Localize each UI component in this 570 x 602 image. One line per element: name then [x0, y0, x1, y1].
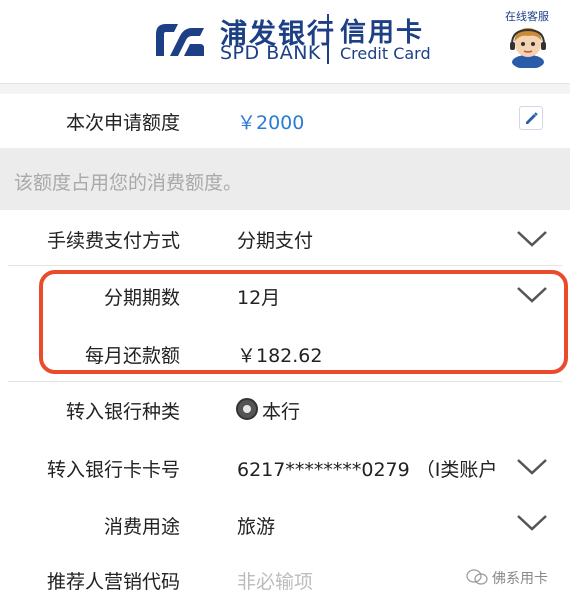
amount-row: 本次申请额度 ￥2000 — [0, 94, 570, 148]
pencil-icon — [526, 112, 538, 124]
header-gap — [0, 84, 570, 94]
purpose-value[interactable]: 旅游 — [237, 512, 275, 539]
bank-type-radio[interactable] — [236, 398, 258, 420]
amount-label: 本次申请额度 — [65, 112, 180, 134]
purpose-label: 消费用途 — [103, 516, 180, 538]
fee-method-label: 手续费支付方式 — [46, 230, 180, 252]
wechat-icon — [466, 569, 488, 585]
purpose-row[interactable]: 消费用途 旅游 — [0, 496, 570, 552]
chevron-down-icon[interactable] — [516, 230, 548, 248]
fee-method-value[interactable]: 分期支付 — [237, 226, 313, 253]
fee-method-row[interactable]: 手续费支付方式 分期支付 — [0, 210, 570, 266]
chevron-down-icon[interactable] — [516, 514, 548, 532]
highlight-box — [39, 270, 568, 374]
credit-card-en: Credit Card — [340, 44, 431, 63]
customer-service-avatar-icon[interactable] — [506, 22, 550, 68]
edit-amount-button[interactable] — [519, 106, 543, 130]
card-number-label: 转入银行卡卡号 — [46, 459, 180, 481]
watermark-text: 佛系用卡 — [492, 571, 548, 587]
card-number-row[interactable]: 转入银行卡卡号 6217********0279 （Ⅰ类账户 — [0, 438, 570, 496]
bank-type-row: 转入银行种类 本行 — [0, 382, 570, 438]
logo-divider — [327, 14, 329, 64]
bank-name-en: SPD BANK — [220, 42, 321, 64]
amount-value: ￥2000 — [237, 112, 305, 134]
spd-bank-logo-icon — [156, 24, 204, 56]
bank-type-option[interactable]: 本行 — [262, 397, 300, 424]
referrer-input[interactable]: 非必输项 — [237, 567, 313, 594]
app-header: 浦发银行 SPD BANK 信用卡 Credit Card 在线客服 — [0, 0, 570, 84]
bank-type-label: 转入银行种类 — [65, 401, 180, 423]
amount-note-text: 该额度占用您的消费额度。 — [14, 172, 243, 194]
referrer-label: 推荐人营销代码 — [46, 571, 180, 593]
chevron-down-icon[interactable] — [516, 458, 548, 476]
card-number-value[interactable]: 6217********0279 （Ⅰ类账户 — [237, 455, 497, 482]
amount-note: 该额度占用您的消费额度。 — [0, 148, 570, 210]
